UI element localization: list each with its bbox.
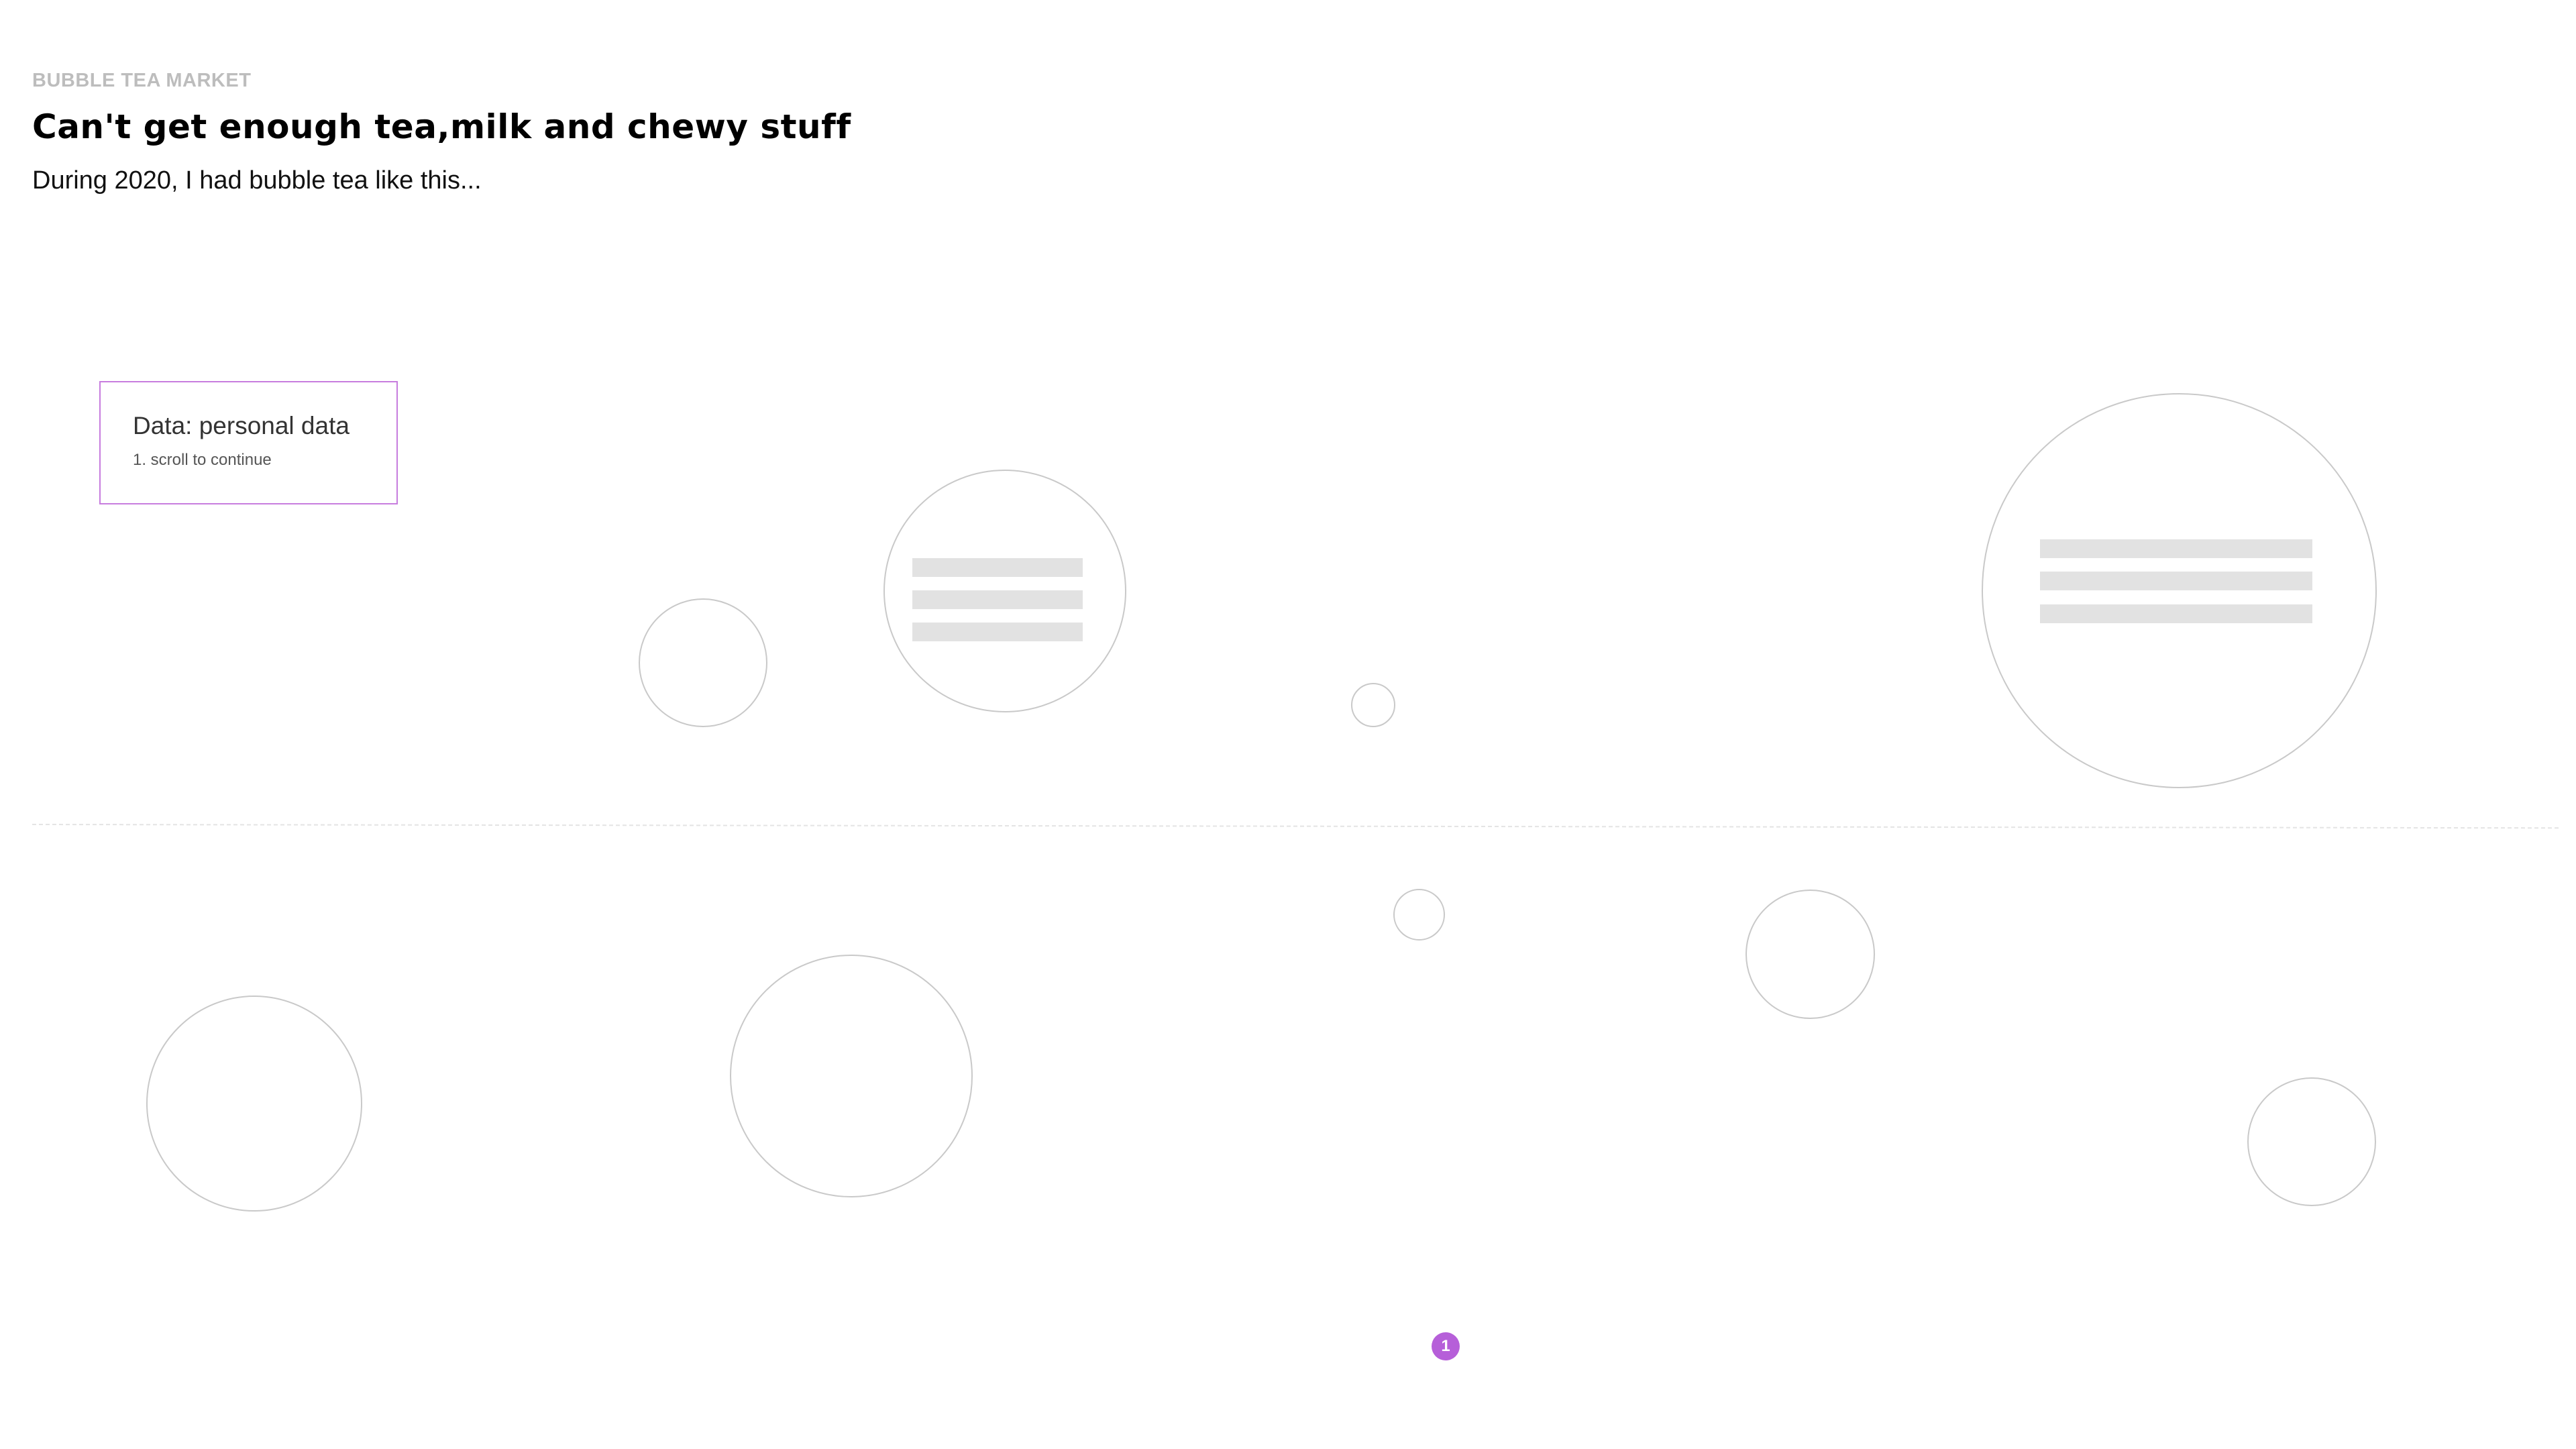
data-source-box: Data: personal data 1. scroll to continu… (99, 381, 398, 504)
bubble-with-placeholder[interactable] (883, 470, 1126, 712)
bubble[interactable] (1393, 889, 1445, 941)
bubble[interactable] (730, 955, 973, 1197)
placeholder-line (2040, 572, 2312, 590)
placeholder-line (912, 590, 1083, 609)
step-indicator[interactable]: 1 (1432, 1332, 1460, 1360)
placeholder-line (2040, 539, 2312, 558)
bubble[interactable] (2247, 1077, 2376, 1206)
bubble-with-placeholder[interactable] (1982, 393, 2377, 788)
bubble[interactable] (639, 598, 767, 727)
scroll-hint: 1. scroll to continue (133, 451, 272, 469)
page-title: Can't get enough tea,milk and chewy stuf… (32, 107, 851, 146)
eyebrow-label: BUBBLE TEA MARKET (32, 70, 252, 91)
bubble[interactable] (1746, 890, 1875, 1019)
timeline-divider (32, 824, 2559, 829)
data-source-title: Data: personal data (133, 412, 350, 439)
page-subtitle: During 2020, I had bubble tea like this.… (32, 166, 482, 195)
placeholder-line (912, 623, 1083, 641)
bubble[interactable] (146, 996, 362, 1212)
placeholder-line (2040, 604, 2312, 623)
placeholder-line (912, 558, 1083, 577)
bubble[interactable] (1351, 683, 1395, 727)
